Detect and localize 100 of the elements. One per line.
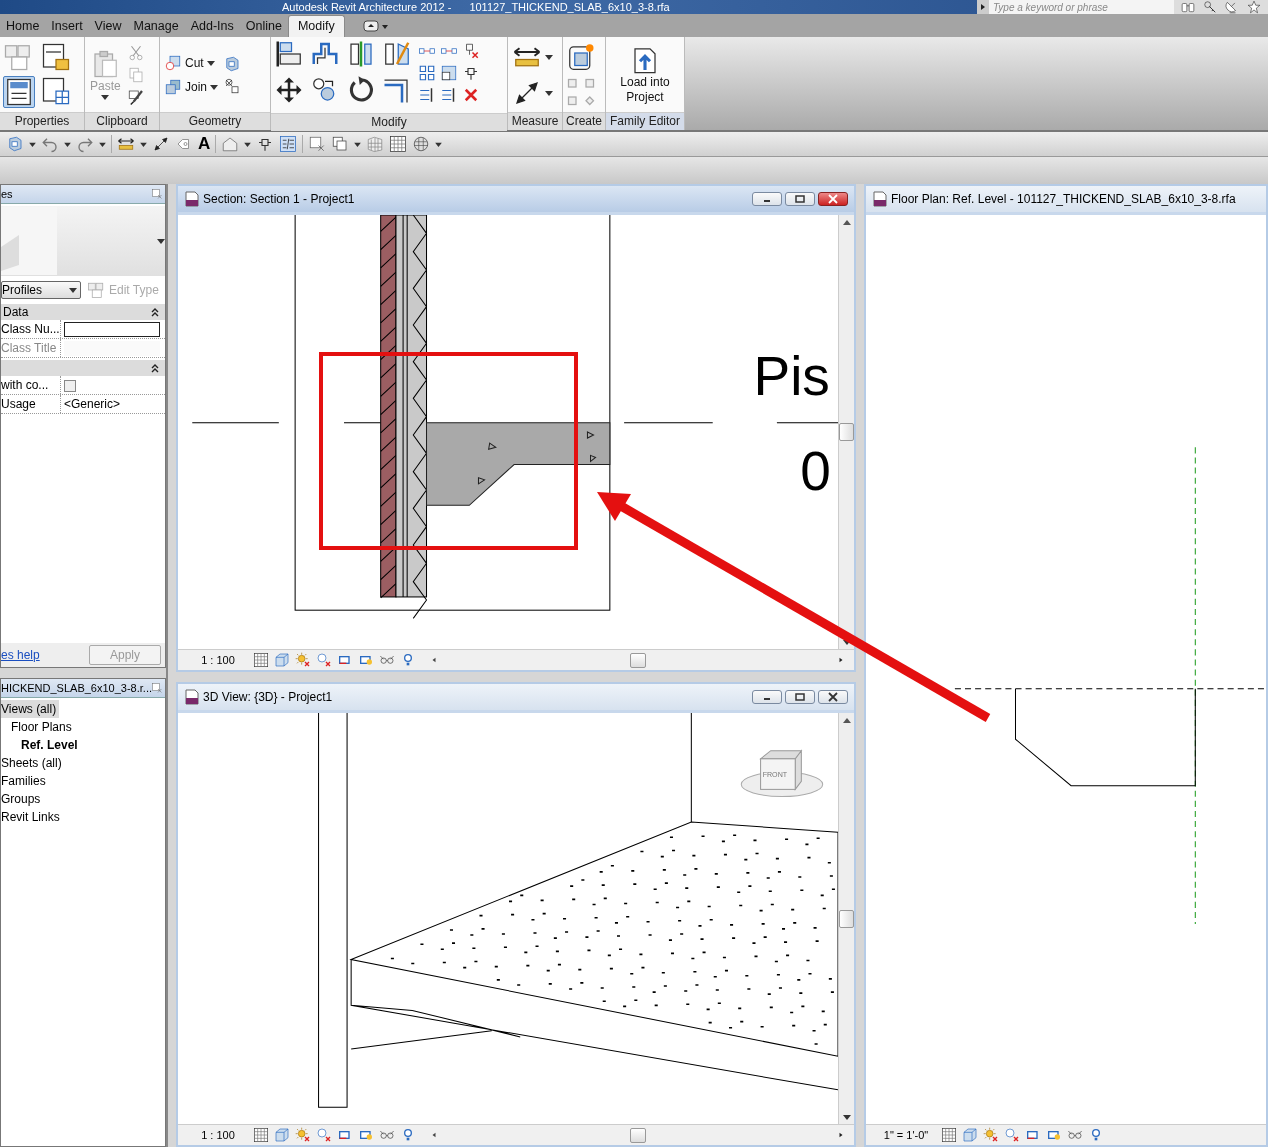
close-icon[interactable] (151, 682, 163, 694)
ribbon-tab[interactable]: View (88, 19, 128, 37)
search-field[interactable]: Type a keyword or phrase (989, 0, 1174, 14)
property-name: with co... (1, 376, 61, 394)
properties-icon[interactable] (3, 75, 35, 108)
globe-icon[interactable] (412, 135, 431, 153)
ribbon-tab[interactable]: Online (239, 19, 288, 37)
level-value: 0 (800, 440, 831, 502)
undo-icon[interactable] (41, 135, 59, 153)
property-field[interactable] (64, 321, 160, 337)
window-folder-icon[interactable] (41, 41, 71, 72)
scroll-thumb[interactable] (629, 652, 646, 668)
panel-title: Measure (508, 112, 562, 130)
property-name: Class Title (1, 339, 61, 357)
window-grid-icon[interactable] (41, 75, 71, 106)
close-icon (827, 692, 839, 702)
scroll-thumb[interactable] (839, 423, 854, 441)
ribbon-tab[interactable]: Add-Ins (184, 19, 240, 37)
shadows-icon[interactable] (316, 652, 332, 668)
close-windows-icon[interactable] (308, 135, 327, 153)
close-button[interactable] (818, 690, 848, 704)
star-icon[interactable] (1246, 0, 1262, 14)
ribbon-button[interactable]: Cut (163, 52, 219, 73)
caret-icon (210, 83, 218, 90)
restore-button[interactable] (785, 690, 815, 704)
ribbon-tab[interactable]: Home (0, 19, 46, 37)
scroll-thumb[interactable] (629, 1127, 646, 1143)
tree-item[interactable]: Views (all) (1, 700, 60, 718)
close-button[interactable] (818, 192, 848, 206)
document-icon (184, 689, 200, 705)
tile-icon[interactable] (389, 135, 408, 153)
tree-item[interactable]: Groups (1, 790, 44, 808)
window-title: Autodesk Revit Architecture 2012 - (282, 0, 452, 14)
detail-level-icon[interactable] (253, 652, 269, 668)
key-icon[interactable] (1202, 0, 1218, 14)
align-icon[interactable] (274, 39, 304, 69)
tree-item[interactable]: Sheets (all) (1, 754, 65, 772)
scroll-right-icon (838, 1131, 844, 1139)
brush-icon[interactable] (126, 87, 145, 106)
move-icon[interactable] (274, 75, 304, 105)
component-icon[interactable] (566, 42, 596, 73)
switch-windows-icon[interactable] (331, 135, 350, 153)
ribbon-tab[interactable]: Manage (127, 19, 185, 37)
scrollbar[interactable] (431, 653, 844, 667)
join-geometry-icon (164, 77, 182, 96)
minimize-button[interactable] (752, 690, 782, 704)
cube-icon[interactable] (223, 54, 241, 73)
tree-item[interactable]: Ref. Level (21, 736, 81, 754)
detail-level-icon[interactable] (941, 1127, 957, 1143)
caret-icon (99, 141, 106, 147)
scrollbar[interactable] (431, 1128, 844, 1142)
load-into-project-button[interactable]: Load into Project (609, 42, 681, 107)
binoculars-icon[interactable] (1180, 0, 1196, 14)
play-icon (979, 4, 987, 10)
ribbon-tab[interactable]: Insert (45, 19, 89, 37)
detail-level-icon[interactable] (253, 1127, 269, 1143)
scroll-left-icon (431, 1131, 437, 1139)
checkbox[interactable] (64, 380, 76, 392)
tree-item[interactable]: Floor Plans (11, 718, 75, 736)
panel-toggle-icon[interactable] (362, 20, 389, 32)
caret-icon (244, 141, 252, 147)
panel-title: Geometry (160, 112, 270, 130)
array-icon[interactable] (418, 64, 436, 82)
thin-lines-icon[interactable] (279, 135, 298, 153)
redo-icon[interactable] (76, 135, 94, 153)
collapse-icon[interactable] (151, 363, 159, 373)
ribbon-button[interactable]: Join (163, 76, 219, 97)
ribbon-tab[interactable]: Modify (287, 15, 345, 37)
type-selector[interactable]: Profiles (1, 281, 81, 299)
view-title: Section: Section 1 - Project1 (203, 192, 356, 206)
level-label: Pis (753, 345, 830, 408)
cut-geometry-icon (164, 53, 182, 72)
dimension-icon[interactable] (152, 135, 170, 153)
sun-path-icon[interactable] (295, 1127, 311, 1143)
shadows-icon[interactable] (316, 1127, 332, 1143)
tree-item[interactable]: Families (1, 772, 49, 790)
scrollbar[interactable] (838, 713, 854, 1124)
view-scale[interactable]: 1 : 100 (188, 1129, 248, 1141)
tree-item[interactable]: Revit Links (1, 808, 63, 826)
help-link[interactable]: es help (1, 648, 40, 662)
sun-path-icon[interactable] (983, 1127, 999, 1143)
restore-icon (794, 692, 806, 702)
caret-icon (545, 53, 553, 60)
minimize-button[interactable] (752, 192, 782, 206)
restore-button[interactable] (785, 192, 815, 206)
close-icon[interactable] (151, 188, 163, 200)
shapes-icon[interactable] (223, 76, 241, 95)
view-scale[interactable]: 1" = 1'-0" (876, 1129, 936, 1141)
collapse-icon[interactable] (151, 307, 159, 317)
delete-icon[interactable] (462, 86, 480, 104)
scrollbar[interactable] (838, 215, 854, 649)
shadows-icon[interactable] (1004, 1127, 1020, 1143)
text-tool-button[interactable]: A (198, 134, 211, 154)
caret-icon (354, 141, 362, 147)
panel-title: Family Editor (606, 112, 684, 130)
scroll-thumb[interactable] (839, 909, 854, 928)
cube-icon[interactable] (6, 135, 24, 153)
sun-path-icon[interactable] (295, 652, 311, 668)
view-scale[interactable]: 1 : 100 (188, 654, 248, 666)
scale-icon[interactable] (440, 64, 458, 82)
